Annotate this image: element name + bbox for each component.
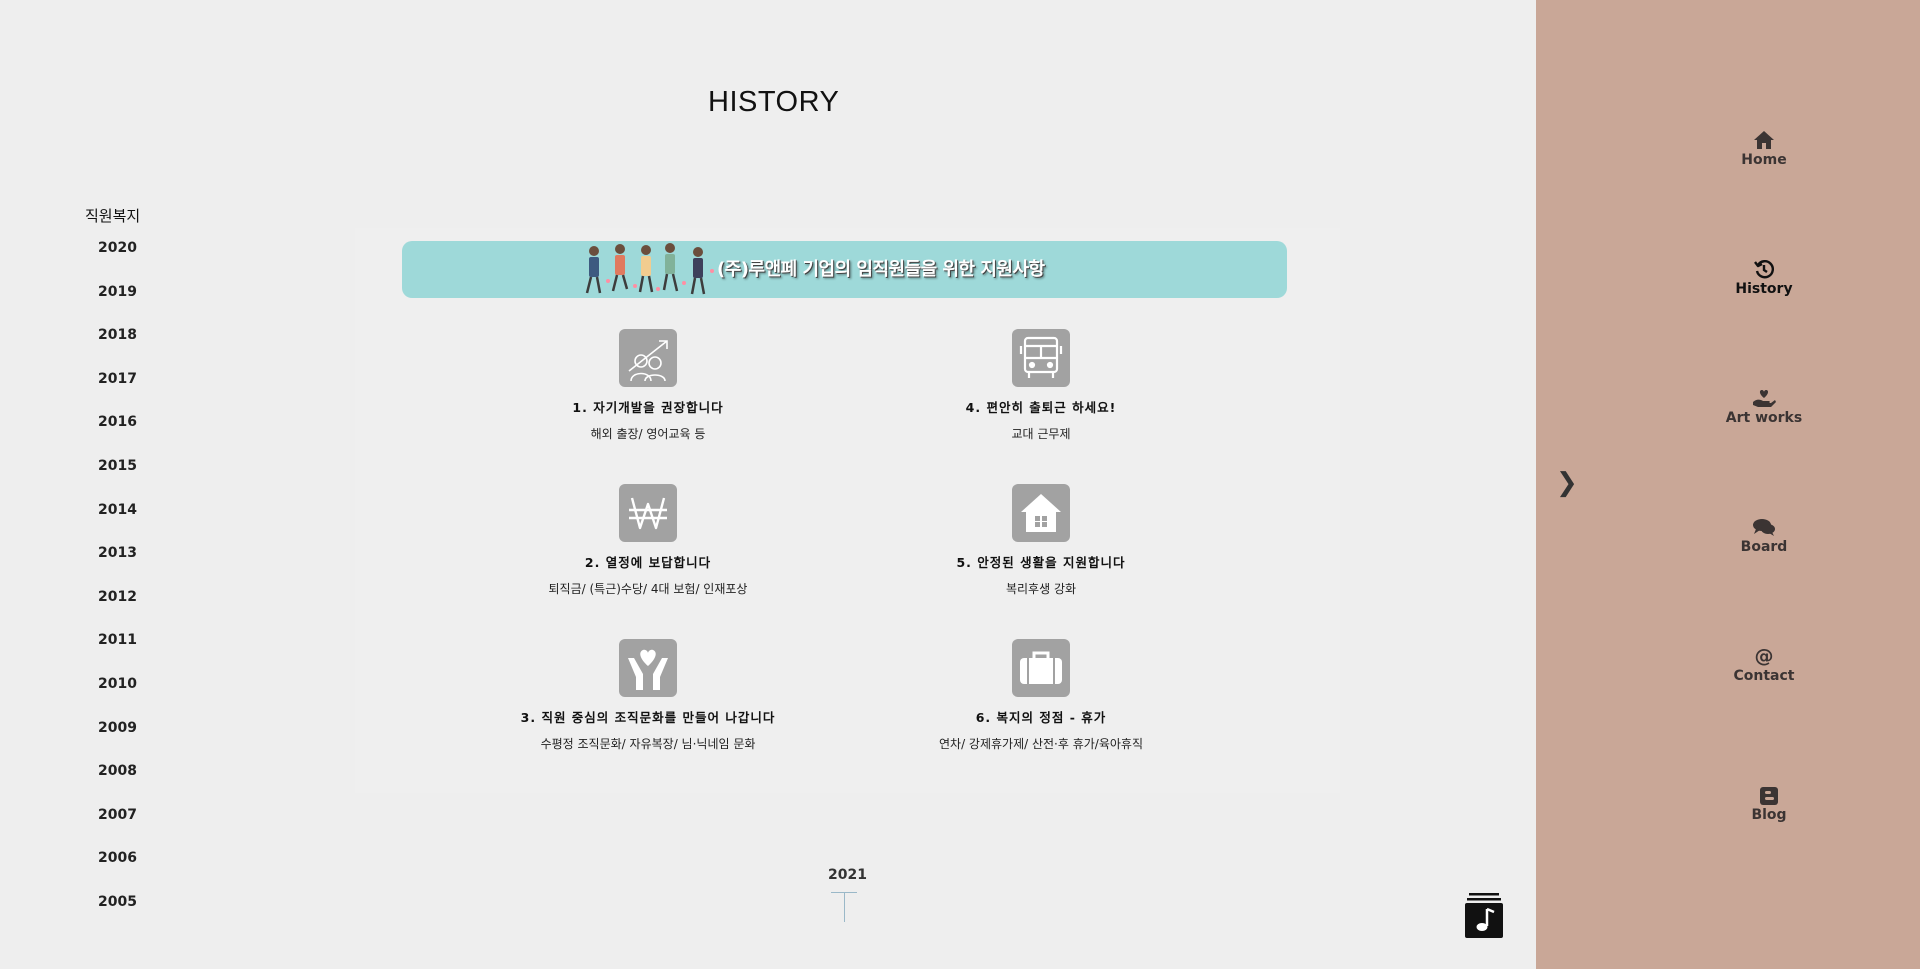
growth-chart-icon (619, 329, 677, 387)
nav-item-history[interactable]: History (1654, 257, 1874, 297)
nav-label-contact: Contact (1733, 668, 1795, 684)
benefit-item-5: 5. 안정된 생활을 지원합니다 복리후생 강화 (891, 484, 1191, 597)
people-illustration (585, 243, 714, 295)
benefit-title-3: 3. 직원 중심의 조직문화를 만들어 나갑니다 (520, 710, 776, 725)
benefit-item-4: 4. 편안히 출퇴근 하세요! 교대 근무제 (891, 329, 1191, 442)
year-link-2007[interactable]: 2007 (85, 807, 140, 851)
benefit-desc-6: 연차/ 강제휴가제/ 산전·후 휴가/육아휴직 (938, 737, 1144, 751)
sidebar: ❯ Home History Art works Board @ Contact… (1536, 0, 1920, 969)
benefit-title-1: 1. 자기개발을 권장합니다 (572, 400, 724, 415)
banner-text: (주)루앤페 기업의 임직원들을 위한 지원사항 (717, 259, 1045, 280)
suitcase-icon (1012, 639, 1070, 697)
benefit-desc-1: 해외 출장/ 영어교육 등 (590, 427, 706, 441)
nav-label-blog: Blog (1751, 807, 1787, 823)
year-link-2008[interactable]: 2008 (85, 763, 140, 807)
year-nav-heading[interactable]: 직원복지 (85, 205, 140, 226)
hand-heart-icon (1654, 386, 1874, 408)
nav-item-art-works[interactable]: Art works (1654, 386, 1874, 426)
comments-icon (1654, 515, 1874, 537)
year-link-2005[interactable]: 2005 (85, 894, 140, 938)
year-link-2013[interactable]: 2013 (85, 545, 140, 589)
timeline-line (844, 892, 845, 922)
benefit-desc-4: 교대 근무제 (1011, 427, 1071, 441)
main-content: HISTORY 직원복지 2020 2019 2018 2017 2016 20… (0, 0, 1536, 969)
year-link-2018[interactable]: 2018 (85, 327, 140, 371)
year-link-2009[interactable]: 2009 (85, 720, 140, 764)
benefit-title-2: 2. 열정에 보답합니다 (584, 555, 712, 570)
bus-icon (1012, 329, 1070, 387)
year-link-2017[interactable]: 2017 (85, 371, 140, 415)
year-link-2010[interactable]: 2010 (85, 676, 140, 720)
year-link-2012[interactable]: 2012 (85, 589, 140, 633)
benefit-item-6: 6. 복지의 정점 - 휴가 연차/ 강제휴가제/ 산전·후 휴가/육아휴직 (891, 639, 1191, 752)
benefit-desc-2: 퇴직금/ (특근)수당/ 4대 보험/ 인재포상 (548, 582, 748, 596)
nav-label-home: Home (1741, 152, 1787, 168)
nav-item-blog[interactable]: Blog (1659, 783, 1879, 823)
music-note-icon (1465, 893, 1503, 938)
won-currency-icon (619, 484, 677, 542)
timeline-year[interactable]: 2021 (828, 867, 867, 883)
nav-label-history: History (1735, 281, 1793, 297)
nav-item-board[interactable]: Board (1654, 515, 1874, 555)
music-player-button[interactable] (1465, 893, 1503, 938)
year-link-2016[interactable]: 2016 (85, 414, 140, 458)
year-link-2014[interactable]: 2014 (85, 502, 140, 546)
year-link-2015[interactable]: 2015 (85, 458, 140, 502)
benefit-title-5: 5. 안정된 생활을 지원합니다 (956, 555, 1126, 570)
year-link-2006[interactable]: 2006 (85, 850, 140, 894)
page-title: HISTORY (708, 86, 840, 118)
history-icon (1654, 257, 1874, 279)
year-nav: 직원복지 2020 2019 2018 2017 2016 2015 2014 … (85, 205, 140, 938)
year-link-2011[interactable]: 2011 (85, 632, 140, 676)
nav-item-home[interactable]: Home (1654, 128, 1874, 168)
hands-heart-icon (619, 639, 677, 697)
benefit-title-6: 6. 복지의 정점 - 휴가 (975, 710, 1107, 725)
nav-item-contact[interactable]: @ Contact (1654, 644, 1874, 684)
benefit-desc-3: 수평정 조직문화/ 자유복장/ 님·닉네임 문화 (540, 737, 756, 751)
benefit-desc-5: 복리후생 강화 (1005, 582, 1077, 596)
nav-label-board: Board (1740, 539, 1788, 555)
benefit-title-4: 4. 편안히 출퇴근 하세요! (965, 400, 1117, 415)
benefit-item-2: 2. 열정에 보답합니다 퇴직금/ (특근)수당/ 4대 보험/ 인재포상 (498, 484, 798, 597)
benefit-item-1: 1. 자기개발을 권장합니다 해외 출장/ 영어교육 등 (498, 329, 798, 442)
blogger-icon (1659, 783, 1879, 805)
benefit-item-3: 3. 직원 중심의 조직문화를 만들어 나갑니다 수평정 조직문화/ 자유복장/… (498, 639, 798, 752)
year-link-2020[interactable]: 2020 (85, 240, 140, 284)
welfare-banner: (주)루앤페 기업의 임직원들을 위한 지원사항 (402, 241, 1287, 298)
sidebar-toggle[interactable]: ❯ (1556, 468, 1578, 498)
house-icon (1012, 484, 1070, 542)
at-icon: @ (1754, 645, 1774, 667)
home-icon (1654, 128, 1874, 150)
nav-label-art-works: Art works (1725, 410, 1803, 426)
year-link-2019[interactable]: 2019 (85, 284, 140, 328)
